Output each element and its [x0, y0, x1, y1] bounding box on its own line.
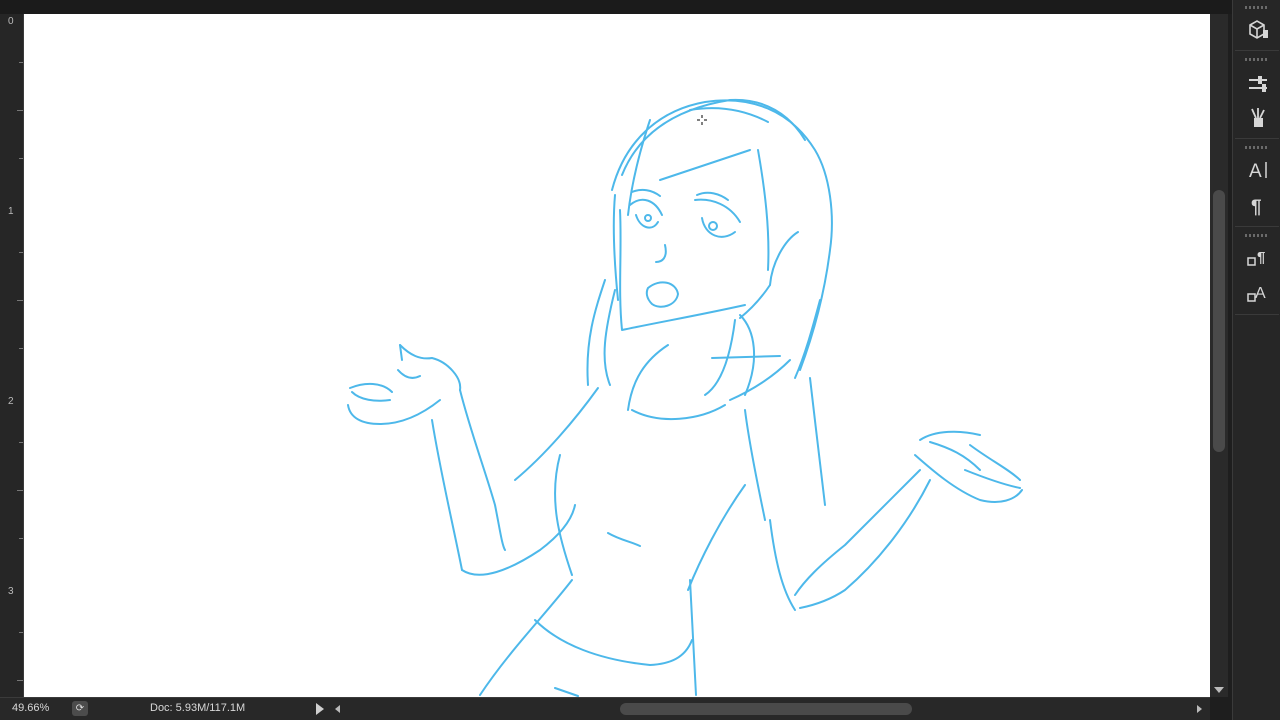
document-canvas[interactable]: [24, 14, 1210, 697]
vertical-ruler: 0 1 2 3: [0, 14, 24, 697]
ruler-tick: [19, 252, 23, 253]
panel-divider: [1235, 50, 1279, 51]
brush-presets-icon[interactable]: [1246, 106, 1270, 130]
paragraph-icon[interactable]: ¶: [1246, 194, 1270, 218]
ruler-tick: [17, 680, 23, 681]
panel-divider: [1235, 314, 1279, 315]
horizontal-scroll-thumb[interactable]: [620, 703, 912, 715]
ruler-tick: [19, 158, 23, 159]
ruler-tick: [19, 62, 23, 63]
panel-grip[interactable]: [1245, 234, 1269, 237]
vertical-scrollbar[interactable]: [1210, 14, 1228, 697]
character-styles-icon[interactable]: A: [1246, 282, 1270, 306]
svg-text:¶: ¶: [1257, 249, 1265, 266]
ruler-tick: [19, 442, 23, 443]
panel-grip[interactable]: [1245, 146, 1269, 149]
vertical-scroll-thumb[interactable]: [1213, 190, 1225, 452]
panel-grip[interactable]: [1245, 6, 1269, 9]
panel-dock: A ¶ ¶ A: [1232, 0, 1280, 720]
top-strip: [0, 0, 1232, 14]
scroll-down-arrow-icon[interactable]: [1214, 687, 1224, 693]
ruler-number: 1: [8, 206, 14, 217]
ruler-number: 3: [8, 586, 14, 597]
zoom-level[interactable]: 49.66%: [12, 702, 49, 714]
panel-divider: [1235, 226, 1279, 227]
ruler-tick: [17, 110, 23, 111]
ruler-number: 0: [8, 16, 14, 27]
ruler-tick: [17, 490, 23, 491]
3d-cube-icon[interactable]: [1246, 18, 1270, 42]
svg-text:A: A: [1255, 285, 1266, 302]
status-menu-arrow-icon[interactable]: [316, 703, 324, 715]
ruler-number: 2: [8, 396, 14, 407]
sketch-drawing: [347, 98, 1023, 697]
scroll-left-arrow-icon[interactable]: [335, 705, 340, 713]
document-size-info: Doc: 5.93M/117.1M: [150, 702, 246, 714]
document-profile-icon[interactable]: ⟳: [72, 701, 88, 716]
ruler-tick: [19, 538, 23, 539]
scroll-right-arrow-icon[interactable]: [1197, 705, 1202, 713]
svg-text:¶: ¶: [1251, 197, 1262, 218]
ruler-tick: [19, 632, 23, 633]
panel-divider: [1235, 138, 1279, 139]
adjustment-sliders-icon[interactable]: [1246, 72, 1270, 96]
ruler-tick: [19, 348, 23, 349]
status-bar: 49.66% ⟳ Doc: 5.93M/117.1M: [0, 697, 1210, 720]
paragraph-styles-icon[interactable]: ¶: [1246, 246, 1270, 270]
character-icon[interactable]: A: [1246, 158, 1270, 182]
ruler-tick: [17, 300, 23, 301]
svg-text:A: A: [1249, 161, 1262, 182]
panel-grip[interactable]: [1245, 58, 1269, 61]
